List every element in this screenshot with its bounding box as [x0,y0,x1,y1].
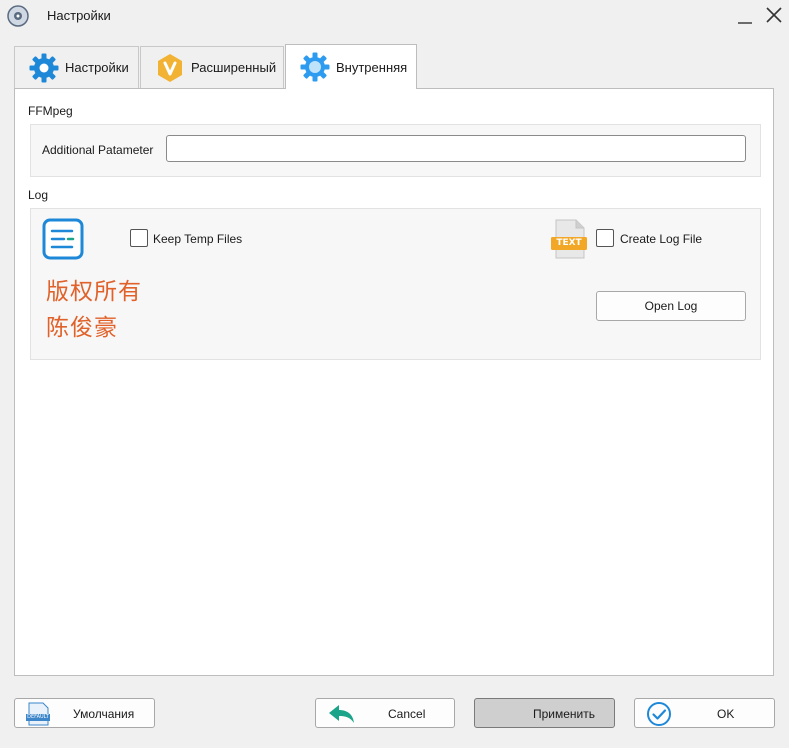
ok-label: OK [717,707,735,721]
additional-parameter-label: Additional Patameter [42,143,154,157]
title-bar: Настройки [0,0,789,32]
log-section-title: Log [28,188,49,202]
gear-icon [300,52,330,82]
keep-temp-files-label[interactable]: Keep Temp Files [153,232,242,246]
watermark-line2: 陈俊豪 [46,315,118,341]
gear-icon [29,53,59,82]
minimize-icon[interactable] [735,4,755,26]
ok-button[interactable]: OK [634,698,775,728]
tab-internal[interactable]: Внутренняя [285,44,417,89]
keep-temp-files-checkbox[interactable] [130,229,148,247]
create-log-file-checkbox[interactable] [596,229,614,247]
cancel-label: Cancel [388,707,426,721]
defaults-icon: DEFAULT [25,702,51,726]
apply-button[interactable]: Применить [474,698,615,728]
cancel-button[interactable]: Cancel [315,698,455,728]
open-log-label: Open Log [644,299,698,313]
window-title: Настройки [47,8,111,23]
tab-settings[interactable]: Настройки [14,46,139,88]
apply-label: Применить [533,707,596,721]
tab-advanced[interactable]: Расширенный [140,46,284,88]
check-circle-icon [647,702,671,726]
additional-parameter-input[interactable] [166,135,746,162]
open-log-button[interactable]: Open Log [596,291,746,321]
defaults-icon-text: DEFAULT [27,714,49,720]
log-list-icon [42,218,84,260]
tab-advanced-label: Расширенный [191,60,277,75]
text-file-icon: TEXT [550,218,588,260]
back-arrow-icon [329,705,354,723]
defaults-label: Умолчания [73,707,135,721]
tab-internal-label: Внутренняя [336,59,408,75]
create-log-file-label[interactable]: Create Log File [620,232,702,246]
text-badge-label: TEXT [556,238,582,248]
v-badge-icon [158,53,182,82]
app-icon [7,5,29,27]
tab-settings-label: Настройки [65,60,129,75]
close-icon[interactable] [763,4,785,26]
watermark-line1: 版权所有 [46,279,142,305]
defaults-button[interactable]: DEFAULT Умолчания [14,698,155,728]
ffmpeg-section-title: FFMpeg [28,104,73,118]
